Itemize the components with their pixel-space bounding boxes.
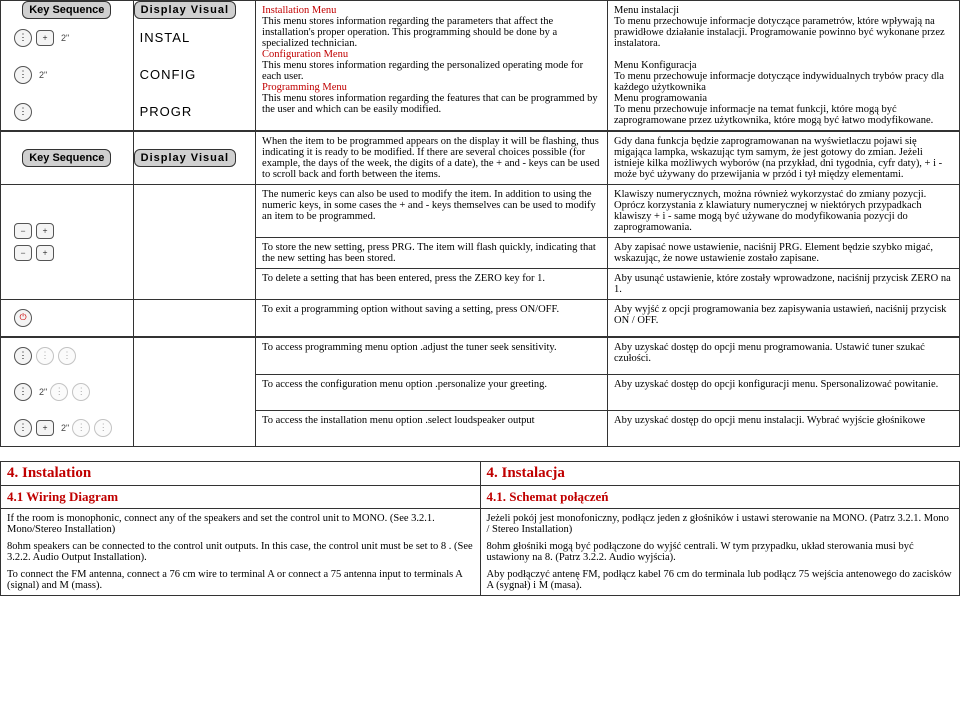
prog-en-p5: To exit a programming option without sav… <box>256 300 608 337</box>
power-icon: ⏻ <box>14 309 32 327</box>
access-en-install: To access the installation menu option .… <box>256 410 608 447</box>
header-display-visual: Display Visual <box>134 149 236 167</box>
access-pl-config: Aby uzyskać dostęp do opcji konfiguracji… <box>608 374 960 410</box>
display-config: CONFIG <box>133 56 255 93</box>
section-41-en: 4.1 Wiring Diagram <box>1 486 481 509</box>
prg-icon: ⋮ <box>72 383 90 401</box>
prog-pl-p5: Aby wyjść z opcji programowania bez zapi… <box>608 300 960 337</box>
prg-icon: ⋮ <box>14 347 32 365</box>
access-en-prog: To access programming menu option .adjus… <box>256 338 608 375</box>
menus-en-cell: Installation Menu This menu stores infor… <box>256 1 608 131</box>
key-seq-minus-plus: − + <box>7 244 127 262</box>
plus-icon: + <box>36 245 54 261</box>
prg-icon: ⋮ <box>14 29 32 47</box>
header-key-sequence: Key Sequence <box>22 149 111 167</box>
install-menu-title-pl: Menu instalacji <box>614 5 953 16</box>
prog-menu-body-en: This menu stores information regarding t… <box>262 93 601 115</box>
prg-icon: ⋮ <box>50 383 68 401</box>
section-4-pl: 4. Instalacja <box>480 462 960 486</box>
access-en-config: To access the configuration menu option … <box>256 374 608 410</box>
prg-icon: ⋮ <box>58 347 76 365</box>
config-menu-title-pl: Menu Konfiguracja <box>614 60 953 71</box>
prg-icon: ⋮ <box>14 103 32 121</box>
section-41-pl-b2: 8ohm głośniki mogą być podłączone do wyj… <box>487 541 954 563</box>
menu-table: Key Sequence Display Visual Installation… <box>0 0 960 131</box>
duration-label: 2" <box>61 423 69 433</box>
section-41-body-en: If the room is monophonic, connect any o… <box>1 509 481 596</box>
header-display-visual: Display Visual <box>134 1 236 19</box>
plus-icon: + <box>36 30 54 46</box>
prog-en-p3: To store the new setting, press PRG. The… <box>256 238 608 269</box>
config-menu-body-en: This menu stores information regarding t… <box>262 60 601 82</box>
config-menu-title-en: Configuration Menu <box>262 49 601 60</box>
prog-pl-p4: Aby usunąć ustawienie, które zostały wpr… <box>608 269 960 300</box>
key-seq-config: ⋮ 2" <box>7 65 127 85</box>
display-instal: INSTAL <box>133 19 255 56</box>
prog-en-p4: To delete a setting that has been entere… <box>256 269 608 300</box>
display-progr: PROGR <box>133 93 255 130</box>
prog-menu-body-pl: To menu przechowuje informacje na temat … <box>614 104 953 126</box>
access-pl-prog: Aby uzyskać dostęp do opcji menu program… <box>608 338 960 375</box>
prog-menu-title-pl: Menu programowania <box>614 93 953 104</box>
prog-menu-title-en: Programming Menu <box>262 82 601 93</box>
section-41-en-b3: To connect the FM antenna, connect a 76 … <box>7 569 474 591</box>
duration-label: 2" <box>61 33 69 43</box>
install-menu-title-en: Installation Menu <box>262 5 601 16</box>
duration-label: 2" <box>39 70 47 80</box>
menus-pl-cell: Menu instalacji To menu przechowuje info… <box>608 1 960 131</box>
key-seq-access-install: ⋮ + 2" ⋮ ⋮ <box>7 418 127 438</box>
key-seq-onoff: ⏻ <box>7 308 127 328</box>
prog-pl-p2: Klawiszy numerycznych, można również wyk… <box>608 185 960 238</box>
key-seq-minus-plus: − + <box>7 222 127 240</box>
prog-pl-p3: Aby zapisać nowe ustawienie, naciśnij PR… <box>608 238 960 269</box>
prog-en-p1: When the item to be programmed appears o… <box>256 132 608 185</box>
plus-icon: + <box>36 420 54 436</box>
key-seq-access-prog: ⋮ ⋮ ⋮ <box>7 346 127 366</box>
key-seq-progr: ⋮ <box>7 102 127 122</box>
section-41-en-b1: If the room is monophonic, connect any o… <box>7 513 474 535</box>
key-seq-access-config: ⋮ 2" ⋮ ⋮ <box>7 382 127 402</box>
prog-en-p2: The numeric keys can also be used to mod… <box>256 185 608 238</box>
prg-icon: ⋮ <box>14 66 32 84</box>
prg-icon: ⋮ <box>14 419 32 437</box>
section-41-body-pl: Jeżeli pokój jest monofoniczny, podłącz … <box>480 509 960 596</box>
section-41-pl-b3: Aby podłączyć antenę FM, podłącz kabel 7… <box>487 569 954 591</box>
minus-icon: − <box>14 223 32 239</box>
section-41-pl-b1: Jeżeli pokój jest monofoniczny, podłącz … <box>487 513 954 535</box>
prog-pl-p1: Gdy dana funkcja będzie zaprogramowanan … <box>608 132 960 185</box>
section-41-en-b2: 8ohm speakers can be connected to the co… <box>7 541 474 563</box>
prg-icon: ⋮ <box>94 419 112 437</box>
programming-table: Key Sequence Display Visual When the ite… <box>0 131 960 337</box>
section4-table: 4. Instalation 4. Instalacja 4.1 Wiring … <box>0 461 960 596</box>
section-4-en: 4. Instalation <box>1 462 481 486</box>
plus-icon: + <box>36 223 54 239</box>
prg-icon: ⋮ <box>14 383 32 401</box>
header-key-sequence: Key Sequence <box>22 1 111 19</box>
section-41-pl: 4.1. Schemat połączeń <box>480 486 960 509</box>
prg-icon: ⋮ <box>36 347 54 365</box>
key-seq-instal: ⋮ + 2" <box>7 28 127 48</box>
prg-icon: ⋮ <box>72 419 90 437</box>
install-menu-body-pl: To menu przechowuje informacje dotyczące… <box>614 16 953 49</box>
access-pl-install: Aby uzyskać dostęp do opcji menu instala… <box>608 410 960 447</box>
install-menu-body-en: This menu stores information regarding t… <box>262 16 601 49</box>
minus-icon: − <box>14 245 32 261</box>
access-table: ⋮ ⋮ ⋮ To access programming menu option … <box>0 337 960 447</box>
config-menu-body-pl: To menu przechowuje informacje dotyczące… <box>614 71 953 93</box>
duration-label: 2" <box>39 387 47 397</box>
